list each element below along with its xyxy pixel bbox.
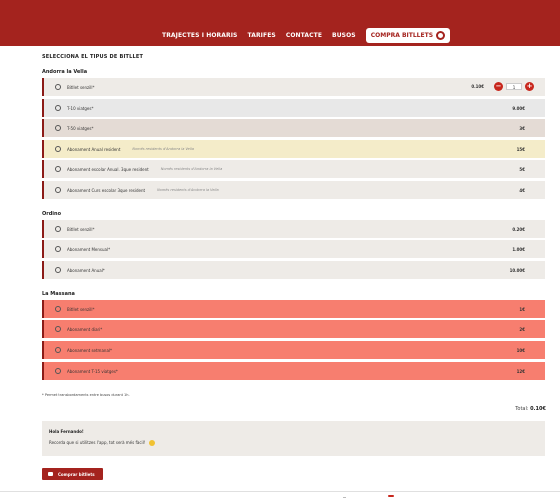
ticket-label: Abonament diari*	[67, 326, 103, 332]
footer-dash	[343, 497, 346, 498]
section-title-massana: La Massana	[42, 291, 75, 297]
ticket-row-massana-senzill[interactable]: Bitllet senzill* 1€	[42, 300, 545, 318]
ticket-row-andorra-curs-escolar[interactable]: Abonament Curs escolar 3que resident Nom…	[42, 181, 545, 199]
smiley-icon	[148, 440, 155, 446]
unit-price: 0.10€	[471, 84, 484, 89]
ticket-row-massana-t15[interactable]: Abonament T-15 viatges* 12€	[42, 362, 545, 380]
page-title: SELECCIONA EL TIPUS DE BITLLET	[42, 54, 144, 60]
radio-button[interactable]	[55, 326, 61, 332]
nav-link-busos[interactable]: BUSOS	[332, 32, 356, 39]
nav-link-contacte[interactable]: CONTACTE	[286, 32, 322, 39]
ticket-row-ordino-anual[interactable]: Abonament Anual* 10.00€	[42, 261, 545, 279]
total-value: 0.10€	[530, 406, 546, 412]
nav-link-tarifes[interactable]: TARIFES	[247, 32, 275, 39]
radio-button[interactable]	[55, 267, 61, 273]
radio-button[interactable]	[55, 246, 61, 252]
ticket-row-massana-setmanal[interactable]: Abonament setmanal* 10€	[42, 341, 545, 359]
nav-link-trajectes[interactable]: TRAJECTES I HORARIS	[162, 32, 237, 39]
main-nav: TRAJECTES I HORARIS TARIFES CONTACTE BUS…	[162, 28, 451, 43]
greeting-text: Recorda que si utilitzes l'app, tot serà…	[49, 440, 146, 445]
buy-tickets-nav-label: COMPRA BITLLETS	[370, 32, 434, 39]
quantity-stepper: 0.10€ − 1 +	[471, 82, 534, 91]
section-title-ordino: Ordino	[42, 211, 62, 217]
plus-icon[interactable]: +	[525, 82, 534, 91]
minus-icon[interactable]: −	[494, 82, 503, 91]
greeting-text-line: Recorda que si utilitzes l'app, tot serà…	[49, 440, 155, 446]
ticket-label: Abonament Curs escolar 3que resident	[67, 187, 146, 193]
ticket-price: 2€	[519, 326, 525, 332]
ticket-price: 15€	[516, 146, 525, 152]
ticket-row-massana-diari[interactable]: Abonament diari* 2€	[42, 320, 545, 338]
ticket-note: Només residents d'Andorra la Vella	[157, 188, 219, 192]
buy-tickets-button[interactable]: Comprar bitllets	[42, 468, 103, 480]
radio-button[interactable]	[55, 146, 61, 152]
ticket-note: Només residents d'Andorra la Vella	[132, 147, 194, 151]
ticket-row-ordino-senzill[interactable]: Bitllet senzill* 0.20€	[42, 220, 545, 238]
ticket-price: 1.00€	[512, 246, 525, 252]
ticket-label: Bitllet senzill*	[67, 306, 95, 312]
ticket-row-ordino-mensual[interactable]: Abonament Mensual* 1.00€	[42, 240, 545, 258]
ticket-row-andorra-senzill[interactable]: Bitllet senzill* 0.10€ − 1 +	[42, 78, 545, 96]
radio-button[interactable]	[55, 226, 61, 232]
ticket-label: Bitllet senzill*	[67, 84, 95, 90]
ticket-label: Abonament escolar Anual. 3que resident	[67, 166, 149, 172]
ticket-row-andorra-escolar-anual[interactable]: Abonament escolar Anual. 3que resident N…	[42, 160, 545, 178]
ticket-label: Abonament setmanal*	[67, 347, 112, 353]
radio-button[interactable]	[55, 347, 61, 353]
ticket-label: T-50 viatges*	[67, 125, 94, 131]
radio-button[interactable]	[55, 105, 61, 111]
ticket-price: 4€	[519, 187, 525, 193]
ticket-price: 3€	[519, 125, 525, 131]
ticket-price: 12€	[516, 368, 525, 374]
greeting-title: Hola Fernando!	[49, 429, 84, 434]
ticket-note: Només residents d'Andorra la Vella	[160, 167, 223, 171]
ticket-price: 5€	[519, 166, 525, 172]
order-total: Total: 0.10€	[515, 406, 546, 412]
quantity-input[interactable]: 1	[506, 83, 522, 90]
buy-tickets-nav-button[interactable]: COMPRA BITLLETS	[365, 28, 451, 43]
ticket-row-andorra-t50[interactable]: T-50 viatges* 3€	[42, 119, 545, 137]
ticket-price: 10.00€	[509, 267, 525, 273]
total-label: Total:	[515, 406, 529, 412]
greeting-message-box: Hola Fernando! Recorda que si utilitzes …	[42, 421, 545, 456]
radio-button[interactable]	[55, 84, 61, 90]
footer-divider	[0, 491, 560, 492]
radio-button[interactable]	[55, 166, 61, 172]
ticket-price: 10€	[516, 347, 525, 353]
ticket-label: Bitllet senzill*	[67, 226, 95, 232]
ticket-price: 9.00€	[512, 105, 525, 111]
top-bar: TRAJECTES I HORARIS TARIFES CONTACTE BUS…	[0, 0, 560, 46]
radio-button[interactable]	[55, 187, 61, 193]
buy-tickets-label: Comprar bitllets	[58, 471, 95, 477]
footer-accent-mark	[388, 495, 394, 497]
ticket-label: Abonament Mensual*	[67, 246, 111, 252]
cart-icon	[48, 472, 53, 476]
ticket-price: 1€	[519, 306, 525, 312]
ticket-label: Abonament T-15 viatges*	[67, 368, 118, 374]
ticket-icon	[436, 31, 446, 40]
ticket-row-andorra-t10[interactable]: T-10 viatges* 9.00€	[42, 99, 545, 117]
transfer-footnote: * Permet transbordaments entre busos dur…	[42, 393, 130, 397]
radio-button[interactable]	[55, 368, 61, 374]
ticket-label: T-10 viatges*	[67, 105, 94, 111]
radio-button[interactable]	[55, 306, 61, 312]
ticket-label: Abonament Anual*	[67, 267, 105, 273]
radio-button[interactable]	[55, 125, 61, 131]
section-title-andorra: Andorra la Vella	[42, 69, 88, 75]
ticket-label: Abonament Anual resident	[67, 146, 121, 152]
ticket-price: 0.20€	[512, 226, 525, 232]
ticket-row-andorra-anual[interactable]: Abonament Anual resident Només residents…	[42, 140, 545, 158]
